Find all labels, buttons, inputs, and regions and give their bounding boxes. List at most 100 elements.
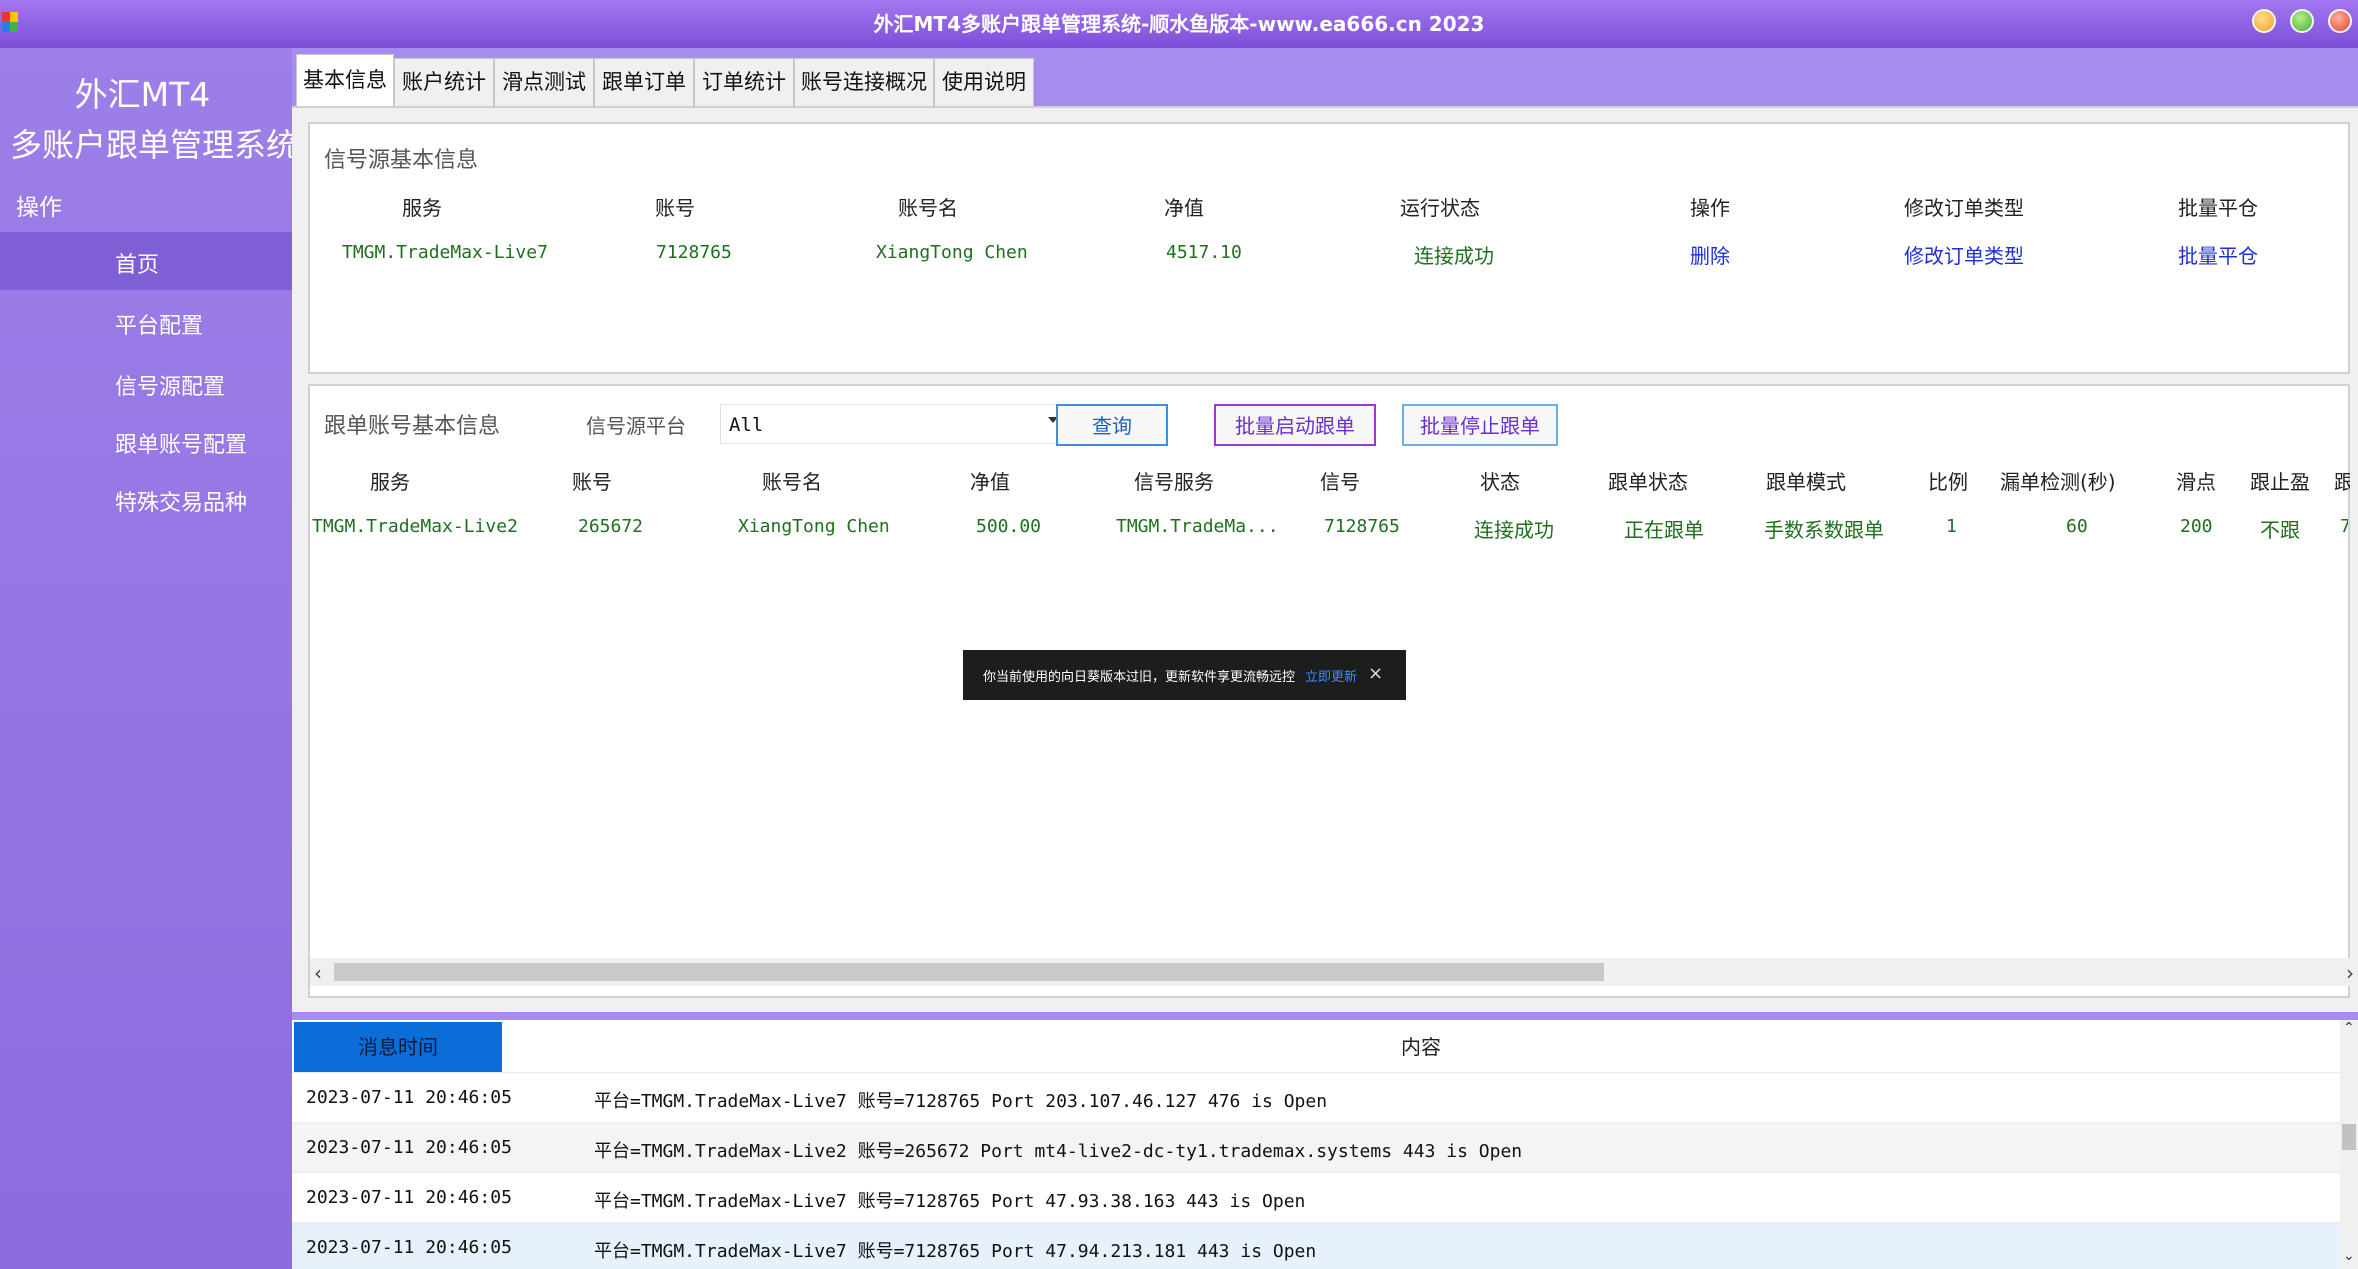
close-icon[interactable]: × — [1368, 663, 1383, 684]
sidebar-item-label: 跟单账号配置 — [115, 433, 248, 458]
cell-account-name: XiangTong Chen — [738, 516, 890, 537]
update-now-link[interactable]: 立即更新 — [1305, 666, 1357, 685]
tab-account-stats[interactable]: 账户统计 — [394, 58, 494, 108]
col-header-batch-close: 批量平仓 — [2178, 196, 2258, 220]
col-header-truncated: 跟 — [2334, 470, 2350, 494]
log-time: 2023-07-11 20:46:05 — [306, 1237, 512, 1258]
tab-follow-orders[interactable]: 跟单订单 — [594, 58, 694, 108]
sidebar-item-signal-config[interactable]: 信号源配置 — [0, 354, 292, 412]
cell-service: TMGM.TradeMax-Live2 — [312, 516, 518, 537]
batch-stop-follow-button[interactable]: 批量停止跟单 — [1402, 404, 1558, 446]
main-panel: 信号源基本信息 服务 账号 账号名 净值 运行状态 操作 修改订单类型 批量平仓… — [292, 106, 2358, 1012]
chevron-down-icon[interactable]: ⌄ — [2343, 1248, 2355, 1264]
tab-connection-overview[interactable]: 账号连接概况 — [794, 58, 934, 108]
cell-slippage: 200 — [2180, 516, 2213, 537]
col-header-service: 服务 — [402, 196, 442, 220]
cell-service: TMGM.TradeMax-Live7 — [342, 242, 548, 263]
cell-miss-check: 60 — [2066, 516, 2088, 537]
log-message: 平台=TMGM.TradeMax-Live7 账号=7128765 Port 4… — [594, 1191, 1306, 1212]
log-time: 2023-07-11 20:46:05 — [306, 1187, 512, 1208]
cell-ratio: 1 — [1946, 516, 1957, 537]
chevron-right-icon[interactable]: › — [2346, 961, 2354, 985]
horizontal-scrollbar[interactable]: ‹ › — [310, 958, 2358, 986]
sidebar-title-line1: 外汇MT4 — [74, 75, 211, 114]
sidebar-item-label: 信号源配置 — [115, 375, 226, 400]
col-header-account: 账号 — [572, 470, 612, 494]
col-header-account-name: 账号名 — [762, 470, 822, 494]
log-message: 平台=TMGM.TradeMax-Live2 账号=265672 Port mt… — [594, 1141, 1523, 1162]
col-header-operation: 操作 — [1690, 196, 1730, 220]
sidebar-item-label: 首页 — [115, 253, 160, 278]
col-header-follow-tp: 跟止盈 — [2250, 470, 2310, 494]
scrollbar-thumb[interactable] — [334, 963, 1604, 981]
cell-truncated: 7 — [2340, 516, 2348, 537]
cell-follow-tp: 不跟 — [2260, 518, 2300, 542]
close-button[interactable] — [2328, 9, 2352, 33]
col-header-follow-status: 跟单状态 — [1608, 470, 1688, 494]
cell-account-name: XiangTong Chen — [876, 242, 1028, 263]
log-row[interactable]: 2023-07-11 20:46:05 平台=TMGM.TradeMax-Liv… — [292, 1222, 2340, 1269]
col-header-account-name: 账号名 — [898, 196, 958, 220]
cell-signal: 7128765 — [1324, 516, 1400, 537]
cell-follow-status: 正在跟单 — [1624, 518, 1704, 542]
tab-usage-guide[interactable]: 使用说明 — [934, 58, 1034, 108]
signal-platform-label: 信号源平台 — [586, 414, 686, 438]
toast-text: 你当前使用的向日葵版本过旧，更新软件享更流畅远控 — [983, 670, 1296, 685]
log-time: 2023-07-11 20:46:05 — [306, 1137, 512, 1158]
sidebar-item-label: 特殊交易品种 — [115, 491, 248, 516]
tab-order-stats[interactable]: 订单统计 — [694, 58, 794, 108]
log-row[interactable]: 2023-07-11 20:46:05 平台=TMGM.TradeMax-Liv… — [292, 1122, 2340, 1172]
log-row[interactable]: 2023-07-11 20:46:05 平台=TMGM.TradeMax-Liv… — [292, 1072, 2340, 1122]
cell-status: 连接成功 — [1474, 518, 1554, 542]
sidebar-item-label: 平台配置 — [115, 314, 204, 339]
batch-close-link[interactable]: 批量平仓 — [2178, 240, 2258, 269]
scrollbar-thumb[interactable] — [2342, 1124, 2356, 1150]
cell-signal-service: TMGM.TradeMa... — [1116, 516, 1279, 537]
modify-order-type-link[interactable]: 修改订单类型 — [1904, 240, 2024, 269]
sidebar-item-home[interactable]: 首页 — [0, 232, 292, 290]
log-header-content[interactable]: 内容 — [502, 1022, 2340, 1072]
chevron-up-icon[interactable]: ⌃ — [2343, 1020, 2355, 1036]
col-header-service: 服务 — [370, 470, 410, 494]
col-header-account: 账号 — [655, 196, 695, 220]
title-bar: 外汇MT4多账户跟单管理系统-顺水鱼版本-www.ea666.cn 2023 — [0, 0, 2358, 48]
cell-account: 265672 — [578, 516, 644, 537]
maximize-button[interactable] — [2290, 9, 2314, 33]
tab-basic-info[interactable]: 基本信息 — [296, 54, 394, 108]
col-header-modify-order-type: 修改订单类型 — [1904, 196, 2024, 220]
col-header-run-status: 运行状态 — [1400, 196, 1480, 220]
batch-start-follow-button[interactable]: 批量启动跟单 — [1214, 404, 1376, 446]
sidebar: 外汇MT4 多账户跟单管理系统- 操作 首页 平台配置 信号源配置 跟单账号配置… — [0, 48, 292, 1269]
tab-bar: 基本信息 账户统计 滑点测试 跟单订单 订单统计 账号连接概况 使用说明 — [292, 48, 2358, 108]
query-button[interactable]: 查询 — [1056, 404, 1168, 446]
col-header-follow-mode: 跟单模式 — [1766, 470, 1846, 494]
log-panel: 消息时间 内容 2023-07-11 20:46:05 平台=TMGM.Trad… — [292, 1020, 2358, 1269]
chevron-left-icon[interactable]: ‹ — [314, 961, 322, 985]
cell-equity: 500.00 — [976, 516, 1042, 537]
col-header-ratio: 比例 — [1928, 470, 1968, 494]
log-message: 平台=TMGM.TradeMax-Live7 账号=7128765 Port 4… — [594, 1241, 1317, 1262]
col-header-equity: 净值 — [1164, 196, 1204, 220]
follow-account-title: 跟单账号基本信息 — [324, 414, 501, 439]
minimize-button[interactable] — [2252, 9, 2276, 33]
sidebar-title-line2: 多账户跟单管理系统- — [10, 126, 292, 164]
log-header-time[interactable]: 消息时间 — [294, 1022, 502, 1072]
log-row[interactable]: 2023-07-11 20:46:05 平台=TMGM.TradeMax-Liv… — [292, 1172, 2340, 1222]
cell-account: 7128765 — [656, 242, 732, 263]
table-row[interactable]: TMGM.TradeMax-Live2 265672 XiangTong Che… — [310, 502, 2348, 550]
col-header-status: 状态 — [1480, 470, 1520, 494]
col-header-slippage: 滑点 — [2176, 470, 2216, 494]
tab-slippage-test[interactable]: 滑点测试 — [494, 58, 594, 108]
sidebar-item-follow-account-config[interactable]: 跟单账号配置 — [0, 412, 292, 470]
delete-link[interactable]: 删除 — [1690, 240, 1730, 269]
vertical-scrollbar[interactable]: ⌃ ⌄ — [2340, 1020, 2358, 1269]
log-message: 平台=TMGM.TradeMax-Live7 账号=7128765 Port 2… — [594, 1091, 1328, 1112]
log-time: 2023-07-11 20:46:05 — [306, 1087, 512, 1108]
sidebar-item-special-symbols[interactable]: 特殊交易品种 — [0, 470, 292, 528]
col-header-signal-service: 信号服务 — [1134, 470, 1214, 494]
sidebar-item-platform-config[interactable]: 平台配置 — [0, 293, 292, 351]
table-row[interactable]: TMGM.TradeMax-Live7 7128765 XiangTong Ch… — [310, 228, 2348, 276]
window-title: 外汇MT4多账户跟单管理系统-顺水鱼版本-www.ea666.cn 2023 — [873, 12, 1485, 36]
sidebar-section-label: 操作 — [16, 195, 62, 221]
signal-platform-select[interactable]: All — [720, 404, 1065, 444]
